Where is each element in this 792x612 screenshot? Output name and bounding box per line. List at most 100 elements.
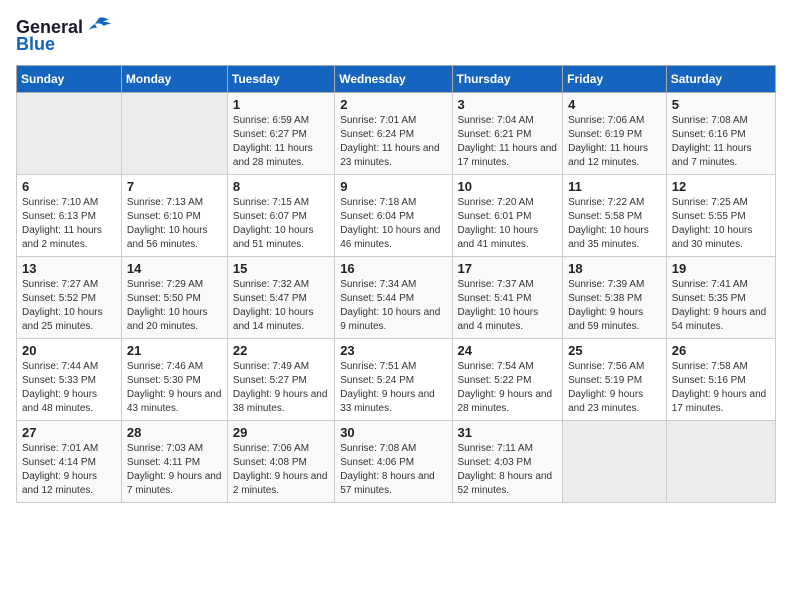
calendar-cell — [17, 93, 122, 175]
day-info: Sunrise: 7:44 AMSunset: 5:33 PMDaylight:… — [22, 360, 116, 416]
calendar-cell: 5 Sunrise: 7:08 AMSunset: 6:16 PMDayligh… — [666, 93, 775, 175]
calendar-cell: 25 Sunrise: 7:56 AMSunset: 5:19 PMDaylig… — [563, 339, 667, 421]
calendar-cell: 21 Sunrise: 7:46 AMSunset: 5:30 PMDaylig… — [121, 339, 227, 421]
calendar-cell: 11 Sunrise: 7:22 AMSunset: 5:58 PMDaylig… — [563, 175, 667, 257]
calendar-cell: 26 Sunrise: 7:58 AMSunset: 5:16 PMDaylig… — [666, 339, 775, 421]
weekday-header-monday: Monday — [121, 66, 227, 93]
day-number: 27 — [22, 425, 116, 440]
calendar-cell: 30 Sunrise: 7:08 AMSunset: 4:06 PMDaylig… — [335, 421, 452, 503]
day-info: Sunrise: 7:08 AMSunset: 6:16 PMDaylight:… — [672, 114, 770, 170]
day-info: Sunrise: 7:01 AMSunset: 4:14 PMDaylight:… — [22, 442, 116, 498]
day-number: 2 — [340, 97, 446, 112]
day-number: 15 — [233, 261, 329, 276]
day-number: 20 — [22, 343, 116, 358]
calendar-week-5: 27 Sunrise: 7:01 AMSunset: 4:14 PMDaylig… — [17, 421, 776, 503]
calendar-cell: 14 Sunrise: 7:29 AMSunset: 5:50 PMDaylig… — [121, 257, 227, 339]
day-number: 6 — [22, 179, 116, 194]
day-number: 8 — [233, 179, 329, 194]
calendar-cell: 1 Sunrise: 6:59 AMSunset: 6:27 PMDayligh… — [227, 93, 334, 175]
day-number: 16 — [340, 261, 446, 276]
calendar-cell: 15 Sunrise: 7:32 AMSunset: 5:47 PMDaylig… — [227, 257, 334, 339]
calendar-cell: 24 Sunrise: 7:54 AMSunset: 5:22 PMDaylig… — [452, 339, 563, 421]
calendar-cell: 9 Sunrise: 7:18 AMSunset: 6:04 PMDayligh… — [335, 175, 452, 257]
day-number: 29 — [233, 425, 329, 440]
weekday-header-wednesday: Wednesday — [335, 66, 452, 93]
day-info: Sunrise: 7:25 AMSunset: 5:55 PMDaylight:… — [672, 196, 770, 252]
day-info: Sunrise: 6:59 AMSunset: 6:27 PMDaylight:… — [233, 114, 329, 170]
calendar-cell: 27 Sunrise: 7:01 AMSunset: 4:14 PMDaylig… — [17, 421, 122, 503]
calendar-cell: 6 Sunrise: 7:10 AMSunset: 6:13 PMDayligh… — [17, 175, 122, 257]
day-info: Sunrise: 7:37 AMSunset: 5:41 PMDaylight:… — [458, 278, 558, 334]
day-number: 26 — [672, 343, 770, 358]
day-number: 14 — [127, 261, 222, 276]
day-number: 18 — [568, 261, 661, 276]
day-info: Sunrise: 7:34 AMSunset: 5:44 PMDaylight:… — [340, 278, 446, 334]
day-number: 4 — [568, 97, 661, 112]
weekday-header-thursday: Thursday — [452, 66, 563, 93]
calendar-cell: 19 Sunrise: 7:41 AMSunset: 5:35 PMDaylig… — [666, 257, 775, 339]
day-info: Sunrise: 7:54 AMSunset: 5:22 PMDaylight:… — [458, 360, 558, 416]
logo-blue-text: Blue — [16, 34, 55, 55]
calendar-cell: 23 Sunrise: 7:51 AMSunset: 5:24 PMDaylig… — [335, 339, 452, 421]
calendar-week-2: 6 Sunrise: 7:10 AMSunset: 6:13 PMDayligh… — [17, 175, 776, 257]
weekday-header-tuesday: Tuesday — [227, 66, 334, 93]
day-info: Sunrise: 7:03 AMSunset: 4:11 PMDaylight:… — [127, 442, 222, 498]
day-number: 10 — [458, 179, 558, 194]
day-info: Sunrise: 7:51 AMSunset: 5:24 PMDaylight:… — [340, 360, 446, 416]
day-info: Sunrise: 7:46 AMSunset: 5:30 PMDaylight:… — [127, 360, 222, 416]
day-info: Sunrise: 7:32 AMSunset: 5:47 PMDaylight:… — [233, 278, 329, 334]
day-info: Sunrise: 7:04 AMSunset: 6:21 PMDaylight:… — [458, 114, 558, 170]
day-info: Sunrise: 7:11 AMSunset: 4:03 PMDaylight:… — [458, 442, 558, 498]
calendar-cell: 28 Sunrise: 7:03 AMSunset: 4:11 PMDaylig… — [121, 421, 227, 503]
calendar-cell: 13 Sunrise: 7:27 AMSunset: 5:52 PMDaylig… — [17, 257, 122, 339]
day-info: Sunrise: 7:10 AMSunset: 6:13 PMDaylight:… — [22, 196, 116, 252]
day-number: 25 — [568, 343, 661, 358]
day-info: Sunrise: 7:06 AMSunset: 6:19 PMDaylight:… — [568, 114, 661, 170]
calendar-cell: 3 Sunrise: 7:04 AMSunset: 6:21 PMDayligh… — [452, 93, 563, 175]
logo: General Blue — [16, 16, 113, 55]
day-number: 28 — [127, 425, 222, 440]
day-info: Sunrise: 7:39 AMSunset: 5:38 PMDaylight:… — [568, 278, 661, 334]
day-info: Sunrise: 7:18 AMSunset: 6:04 PMDaylight:… — [340, 196, 446, 252]
calendar-cell — [666, 421, 775, 503]
day-number: 1 — [233, 97, 329, 112]
calendar-cell: 8 Sunrise: 7:15 AMSunset: 6:07 PMDayligh… — [227, 175, 334, 257]
day-info: Sunrise: 7:08 AMSunset: 4:06 PMDaylight:… — [340, 442, 446, 498]
day-info: Sunrise: 7:13 AMSunset: 6:10 PMDaylight:… — [127, 196, 222, 252]
day-info: Sunrise: 7:01 AMSunset: 6:24 PMDaylight:… — [340, 114, 446, 170]
calendar-cell: 16 Sunrise: 7:34 AMSunset: 5:44 PMDaylig… — [335, 257, 452, 339]
day-info: Sunrise: 7:49 AMSunset: 5:27 PMDaylight:… — [233, 360, 329, 416]
day-number: 7 — [127, 179, 222, 194]
calendar-week-1: 1 Sunrise: 6:59 AMSunset: 6:27 PMDayligh… — [17, 93, 776, 175]
calendar-cell: 12 Sunrise: 7:25 AMSunset: 5:55 PMDaylig… — [666, 175, 775, 257]
day-number: 24 — [458, 343, 558, 358]
calendar-cell: 20 Sunrise: 7:44 AMSunset: 5:33 PMDaylig… — [17, 339, 122, 421]
calendar-week-3: 13 Sunrise: 7:27 AMSunset: 5:52 PMDaylig… — [17, 257, 776, 339]
calendar-cell: 17 Sunrise: 7:37 AMSunset: 5:41 PMDaylig… — [452, 257, 563, 339]
logo-bird-icon — [85, 16, 113, 38]
calendar-cell: 22 Sunrise: 7:49 AMSunset: 5:27 PMDaylig… — [227, 339, 334, 421]
calendar-week-4: 20 Sunrise: 7:44 AMSunset: 5:33 PMDaylig… — [17, 339, 776, 421]
day-number: 22 — [233, 343, 329, 358]
day-info: Sunrise: 7:15 AMSunset: 6:07 PMDaylight:… — [233, 196, 329, 252]
day-info: Sunrise: 7:56 AMSunset: 5:19 PMDaylight:… — [568, 360, 661, 416]
calendar-cell: 18 Sunrise: 7:39 AMSunset: 5:38 PMDaylig… — [563, 257, 667, 339]
weekday-header-saturday: Saturday — [666, 66, 775, 93]
day-number: 5 — [672, 97, 770, 112]
day-number: 19 — [672, 261, 770, 276]
page-header: General Blue — [16, 16, 776, 55]
day-number: 31 — [458, 425, 558, 440]
day-info: Sunrise: 7:22 AMSunset: 5:58 PMDaylight:… — [568, 196, 661, 252]
day-number: 3 — [458, 97, 558, 112]
day-info: Sunrise: 7:58 AMSunset: 5:16 PMDaylight:… — [672, 360, 770, 416]
calendar-cell — [563, 421, 667, 503]
day-number: 30 — [340, 425, 446, 440]
day-number: 23 — [340, 343, 446, 358]
calendar-cell: 4 Sunrise: 7:06 AMSunset: 6:19 PMDayligh… — [563, 93, 667, 175]
calendar-cell: 10 Sunrise: 7:20 AMSunset: 6:01 PMDaylig… — [452, 175, 563, 257]
day-number: 21 — [127, 343, 222, 358]
day-info: Sunrise: 7:29 AMSunset: 5:50 PMDaylight:… — [127, 278, 222, 334]
day-info: Sunrise: 7:41 AMSunset: 5:35 PMDaylight:… — [672, 278, 770, 334]
calendar-cell: 29 Sunrise: 7:06 AMSunset: 4:08 PMDaylig… — [227, 421, 334, 503]
day-info: Sunrise: 7:20 AMSunset: 6:01 PMDaylight:… — [458, 196, 558, 252]
